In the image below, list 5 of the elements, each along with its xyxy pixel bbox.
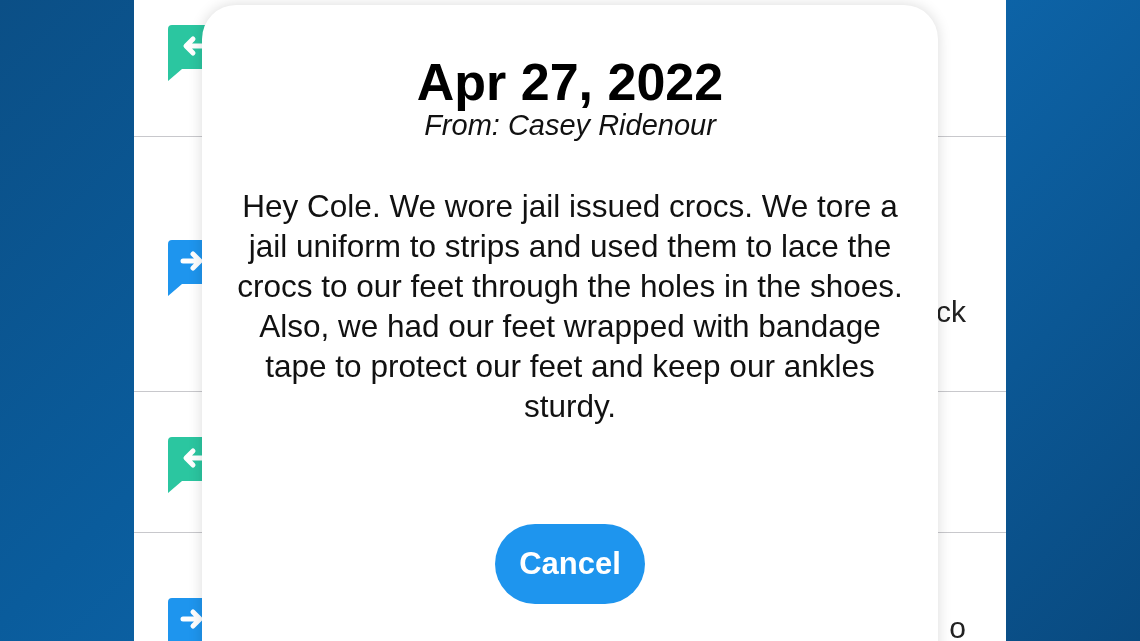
- cancel-button[interactable]: Cancel: [495, 524, 645, 604]
- dialog-date: Apr 27, 2022: [416, 55, 724, 109]
- message-preview: o: [949, 612, 966, 641]
- message-preview: ck: [936, 296, 966, 328]
- message-text: Hey Cole. We wore jail issued crocs. We tore a jail uniform to strips and used them to lace the crocs to our feet through the holes in the shoes. Also, we had our feet wrapped with bandage tape to protect our feet and keep our ankles sturdy.: [236, 187, 904, 426]
